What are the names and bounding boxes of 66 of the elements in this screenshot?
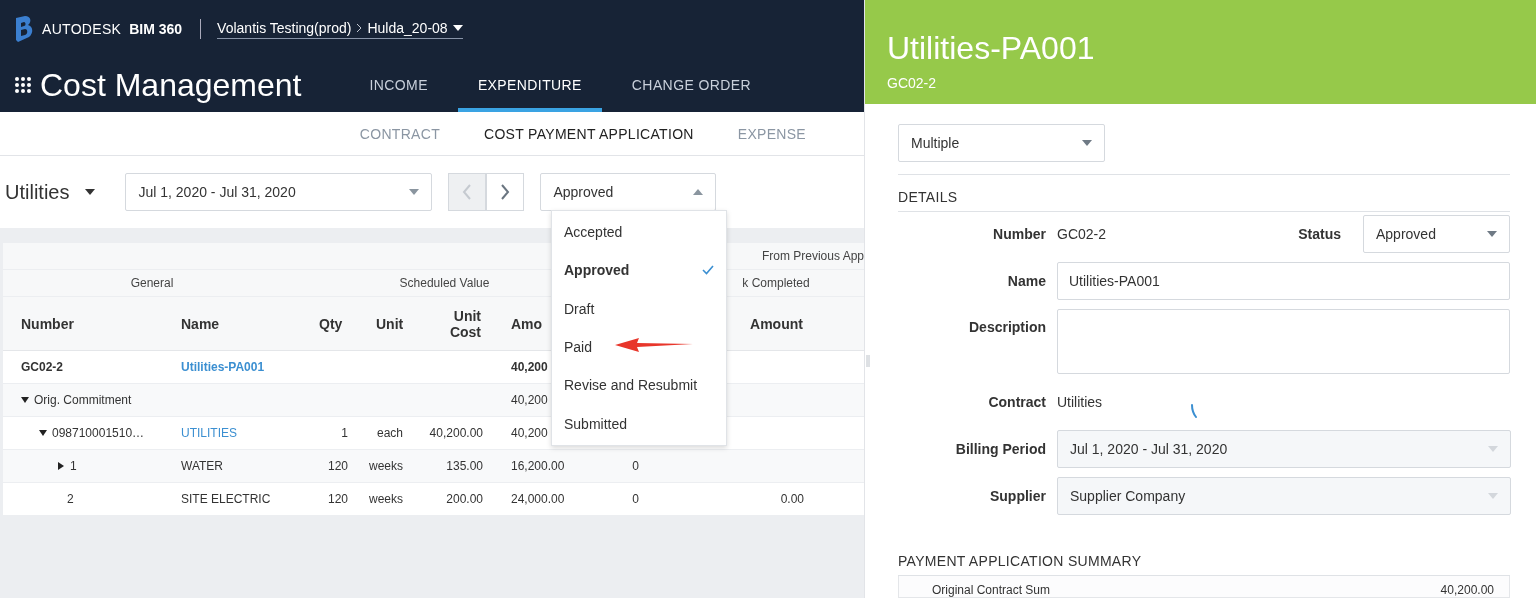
status-select[interactable]: Approved	[540, 173, 717, 211]
column-header[interactable]: Number	[3, 297, 163, 351]
row-number: 1	[70, 459, 77, 473]
name-field[interactable]: Utilities-PA001	[1057, 262, 1510, 300]
nav-tab[interactable]: EXPENDITURE	[457, 58, 602, 112]
table-cell: 0	[588, 450, 683, 483]
expanded-triangle-icon[interactable]	[21, 396, 29, 404]
panel-title: Utilities-PA001	[887, 30, 1096, 67]
apps-grid-icon[interactable]	[14, 76, 32, 94]
table-cell: 135.00	[413, 450, 493, 483]
caret-icon	[1082, 140, 1092, 146]
field-label: Name	[1006, 273, 1046, 289]
table-cell: 16,200.00	[493, 450, 588, 483]
nav-tab[interactable]: INCOME	[349, 58, 448, 112]
table-cell: WATER	[163, 450, 301, 483]
column-header[interactable]: Unit Cost	[413, 297, 493, 351]
status-field[interactable]: Approved	[1363, 215, 1510, 253]
section-title: PAYMENT APPLICATION SUMMARY	[898, 553, 1143, 571]
collapsed-triangle-icon[interactable]	[57, 462, 65, 470]
product-name: BIM 360	[129, 21, 183, 37]
column-header[interactable]: Unit	[358, 297, 413, 351]
description-field[interactable]	[1057, 309, 1510, 374]
section-title: DETAILS	[898, 188, 959, 207]
expanded-triangle-icon[interactable]	[39, 429, 47, 437]
row-number: 098710001510…	[52, 426, 145, 440]
period-select[interactable]: Jul 1, 2020 - Jul 31, 2020	[125, 173, 433, 211]
summary-label: Original Contract Sum	[932, 583, 1051, 597]
column-group-header: General	[3, 270, 301, 297]
contract-dropdown[interactable]: Utilities	[5, 180, 96, 204]
nav-tab[interactable]: CHANGE ORDER	[611, 58, 771, 112]
row-number: GC02-2	[21, 360, 64, 374]
caret-icon	[409, 189, 420, 195]
field-label: Billing Period	[954, 441, 1046, 457]
breadcrumb-link[interactable]: Hulda_20-08	[367, 19, 448, 36]
column-header[interactable]: Name	[163, 297, 301, 351]
caret-icon	[85, 189, 96, 195]
logo-icon	[14, 16, 34, 42]
field-value: Utilities	[1057, 394, 1104, 410]
caret-icon	[1488, 493, 1498, 499]
table-cell: 120	[301, 450, 358, 483]
app-title: Cost Management	[40, 66, 302, 104]
table-cell: weeks	[358, 450, 413, 483]
summary-value: 40,200.00	[1440, 583, 1494, 597]
chevron-left-icon	[462, 184, 473, 200]
field-label: Contract	[987, 394, 1046, 410]
caret-icon	[1488, 446, 1498, 452]
caret-icon	[1487, 231, 1497, 237]
breadcrumb-link[interactable]: Volantis Testing(prod)	[217, 19, 352, 36]
row-number: 2	[67, 492, 74, 506]
sub-tab[interactable]: COST PAYMENT APPLICATION	[462, 112, 716, 155]
chevron-right-icon	[500, 184, 511, 200]
brand-name: AUTODESK	[42, 21, 122, 37]
caret-icon	[452, 24, 463, 31]
panel-subtitle: GC02-2	[887, 75, 938, 91]
field-value: GC02-2	[1057, 226, 1108, 242]
field-label: Number	[992, 226, 1046, 242]
next-button[interactable]	[486, 173, 525, 211]
field-label: Supplier	[989, 488, 1046, 504]
field-label: Description	[968, 318, 1046, 335]
group-label: Orig. Commitment	[34, 393, 132, 407]
field-label: Status	[1298, 226, 1341, 242]
column-header[interactable]: Qty	[301, 297, 358, 351]
check-icon	[702, 265, 714, 276]
view-select[interactable]: Multiple	[898, 124, 1105, 162]
caret-icon	[693, 189, 704, 195]
chevron-right-icon	[356, 22, 363, 33]
